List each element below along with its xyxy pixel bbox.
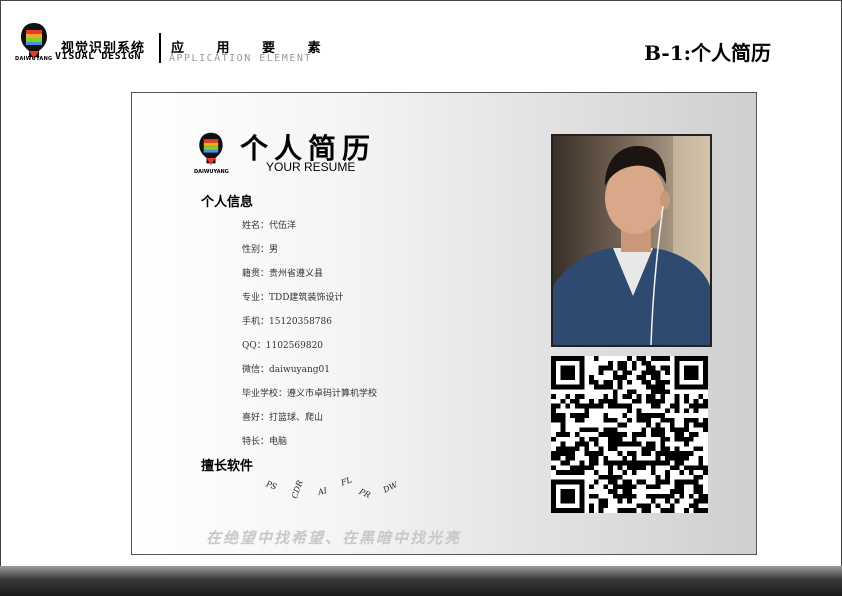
software-dw: DW <box>381 480 399 495</box>
section-title-en: APPLICATION ELEMENT <box>169 53 312 64</box>
info-gender: 性别：男 <box>242 245 279 255</box>
info-wechat: 微信：daiwuyang01 <box>242 365 330 375</box>
info-name: 姓名：代伍洋 <box>242 221 297 231</box>
wechat-qr-code <box>551 356 708 513</box>
brand-logo-icon <box>21 23 47 59</box>
software-pr: PR <box>357 487 372 500</box>
info-school: 毕业学校：遵义市卓码计算机学校 <box>242 389 378 399</box>
info-qq: QQ：1102569820 <box>242 341 324 351</box>
software-fl: FL <box>339 475 354 488</box>
page-code: B-1:个人简历 <box>644 41 771 65</box>
personal-info-heading: 个人信息 <box>201 195 254 210</box>
brand-name-en: VISUAL DESIGN <box>55 51 142 62</box>
resume-logo-icon <box>199 132 223 166</box>
header-divider <box>159 33 161 63</box>
software-ai: AI <box>316 485 328 498</box>
info-hobbies: 喜好：打篮球、爬山 <box>242 413 324 423</box>
skills-heading: 擅长软件 <box>201 459 254 474</box>
resume-subtitle: YOUR RESUME <box>266 160 356 174</box>
brand-logo-text: DAIWUYANG <box>15 56 53 62</box>
software-cdr: CDR <box>289 479 305 500</box>
profile-photo <box>551 134 712 347</box>
info-major: 专业：TDD建筑装饰设计 <box>242 293 344 303</box>
info-phone: 手机：15120358786 <box>242 317 332 327</box>
info-specialty: 特长：电脑 <box>242 437 288 447</box>
info-hometown: 籍贯：贵州省遵义县 <box>242 269 324 279</box>
personal-info-list: 姓名：代伍洋 性别：男 籍贯：贵州省遵义县 专业：TDD建筑装饰设计 手机：15… <box>242 219 377 459</box>
profile-photo-image <box>553 136 710 345</box>
software-ps: PS <box>264 479 279 492</box>
resume-logo-text: DAIWUYANG <box>194 169 229 175</box>
slogan: 在绝望中找希望、在黑暗中找光亮 <box>206 529 462 547</box>
resume-card: DAIWUYANG 个人简历 YOUR RESUME 个人信息 姓名：代伍洋 性… <box>131 92 757 555</box>
page-frame: DAIWUYANG 视觉识别系统 VISUAL DESIGN 应 用 要 素 A… <box>0 0 842 568</box>
bottom-bar <box>0 566 842 596</box>
